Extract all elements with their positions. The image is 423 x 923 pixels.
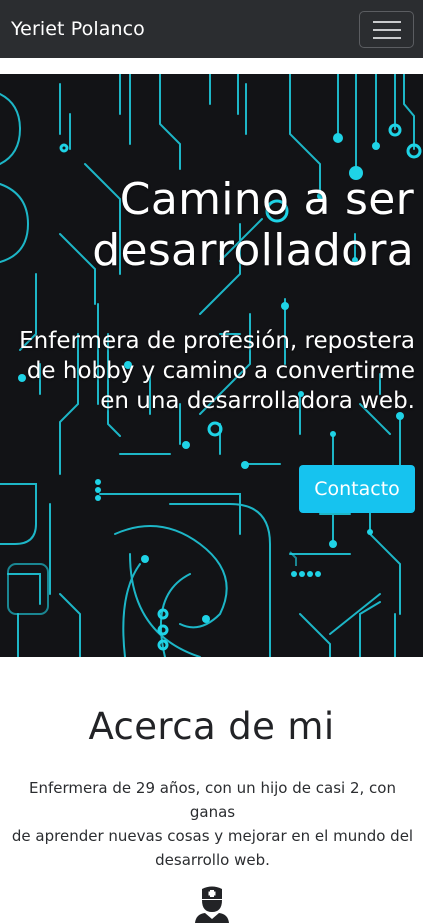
about-text-line: de aprender nuevas cosas y mejorar en el… [11,827,414,845]
hero-section: Camino a ser desarrolladora Enfermera de… [0,74,423,657]
hamburger-icon [373,21,401,39]
navbar: Yeriet Polanco [0,0,423,58]
about-text: Enfermera de 29 años, con un hijo de cas… [8,776,417,872]
menu-toggle-button[interactable] [359,11,414,48]
nurse-icon [195,886,229,923]
about-text-line: desarrollo web. [155,851,270,869]
hero-subtitle: Enfermera de profesión, repostera de hob… [5,326,415,416]
hero-title: Camino a ser desarrolladora [14,174,414,276]
hero-subtitle-line: Enfermera de profesión, repostera [19,328,415,354]
about-title: Acerca de mi [88,705,335,748]
hero-subtitle-line: de hobby y camino a convertirme [26,358,415,384]
contact-button[interactable]: Contacto [299,465,415,513]
brand-link[interactable]: Yeriet Polanco [11,17,145,41]
hero-subtitle-line: en una desarrolladora web. [100,388,415,414]
hero-title-line: desarrolladora [92,225,414,276]
hero-title-line: Camino a ser [119,174,414,225]
about-text-line: Enfermera de 29 años, con un hijo de cas… [29,779,396,821]
